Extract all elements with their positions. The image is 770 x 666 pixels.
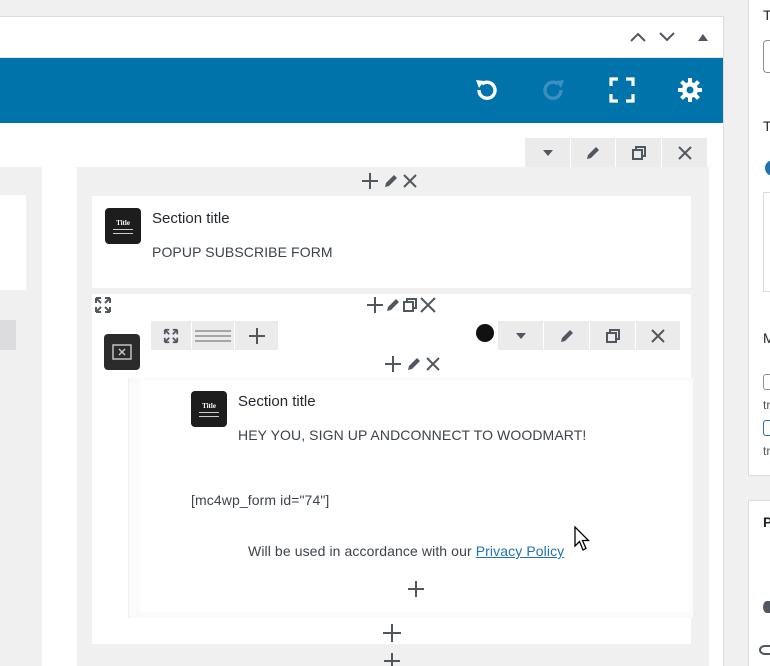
element-title: Section title <box>152 210 230 227</box>
sidebar-text-tr1: tr <box>763 398 770 412</box>
row-dropdown-button[interactable] <box>498 321 544 350</box>
status-dot <box>476 324 494 342</box>
edit-element-icon[interactable] <box>385 297 401 313</box>
add-element-icon[interactable] <box>366 296 384 314</box>
expand-icon[interactable] <box>94 296 112 314</box>
panel-header <box>0 17 723 58</box>
sidebar-radio[interactable] <box>765 160 770 176</box>
chevron-up-icon[interactable] <box>628 29 648 45</box>
row-controls-left <box>151 321 279 350</box>
sidebar-input[interactable] <box>763 40 770 73</box>
clone-element-icon[interactable] <box>402 297 418 313</box>
undo-icon[interactable] <box>463 67 509 113</box>
fullscreen-icon[interactable] <box>599 67 645 113</box>
row-clone-button[interactable] <box>590 321 636 350</box>
thumb-label: Title <box>116 218 130 227</box>
sidebar-preview-box <box>763 192 770 292</box>
element-text: HEY YOU, SIGN UP ANDCONNECT TO WOODMART! <box>238 427 587 443</box>
left-column-controls[interactable] <box>0 320 16 350</box>
settings-sidebar-panel-2: P <box>748 500 770 666</box>
delete-element-icon[interactable] <box>403 174 417 188</box>
sidebar-label-t1: T <box>763 7 770 23</box>
collapse-triangle-icon[interactable] <box>696 30 710 44</box>
add-column-element-icon[interactable] <box>383 652 401 666</box>
add-element-icon[interactable] <box>384 355 402 373</box>
mouse-cursor-icon <box>574 526 590 552</box>
edit-element-icon[interactable] <box>406 356 422 372</box>
delete-element-icon[interactable] <box>426 357 440 371</box>
sidebar-label-t2: T <box>763 118 770 134</box>
row-drag-handle[interactable] <box>192 321 235 350</box>
redo-icon[interactable] <box>531 67 577 113</box>
row2-controls <box>366 296 437 314</box>
element-title: Section title <box>238 393 316 410</box>
privacy-note-prefix: Will be used in accordance with our <box>248 543 472 559</box>
sidebar-checkbox-2[interactable] <box>763 420 770 436</box>
shortcode-text: [mc4wp_form id="74"] <box>191 492 330 508</box>
row-controls-right <box>498 321 681 350</box>
element-text: POPUP SUBSCRIBE FORM <box>152 244 333 260</box>
add-row-element-icon[interactable] <box>382 623 402 643</box>
gear-icon[interactable] <box>667 67 713 113</box>
row-edit-button[interactable] <box>544 321 590 350</box>
editor-toolbar <box>0 58 723 123</box>
inner-column-controls <box>384 355 440 373</box>
title-element-2[interactable]: Title Section title HEY YOU, SIGN UP AND… <box>178 380 688 450</box>
row-expand-button[interactable] <box>151 321 192 350</box>
add-element-icon[interactable] <box>361 172 379 190</box>
title-element-thumb: Title <box>105 208 141 244</box>
sidebar-label-p: P <box>763 514 770 530</box>
row-delete-button[interactable] <box>636 321 681 350</box>
column-controls <box>525 138 708 167</box>
eye-icon <box>759 645 770 655</box>
pin-icon <box>763 601 770 613</box>
privacy-note: Will be used in accordance with our Priv… <box>248 543 564 559</box>
row-add-button[interactable] <box>235 321 279 350</box>
delete-element-icon[interactable] <box>419 296 437 314</box>
thumb-label: Title <box>202 401 216 410</box>
row-element-thumb <box>104 334 140 370</box>
column-clone-button[interactable] <box>616 138 662 167</box>
element1-controls <box>361 172 417 190</box>
column-dropdown-button[interactable] <box>525 138 571 167</box>
column-edit-button[interactable] <box>571 138 616 167</box>
chevron-down-icon[interactable] <box>657 29 677 45</box>
edit-element-icon[interactable] <box>383 173 399 189</box>
sidebar-label-m: M <box>763 330 770 346</box>
settings-sidebar: T T M tr tr <box>748 0 770 476</box>
title-element-thumb: Title <box>191 391 227 427</box>
sidebar-text-tr2: tr <box>763 444 770 458</box>
privacy-policy-link[interactable]: Privacy Policy <box>476 543 565 559</box>
column-delete-button[interactable] <box>662 138 708 167</box>
left-column-element <box>0 195 26 290</box>
title-element-1[interactable]: Title Section title POPUP SUBSCRIBE FORM <box>92 196 691 288</box>
sidebar-checkbox-1[interactable] <box>763 374 770 390</box>
add-inner-element-icon[interactable] <box>407 580 425 598</box>
